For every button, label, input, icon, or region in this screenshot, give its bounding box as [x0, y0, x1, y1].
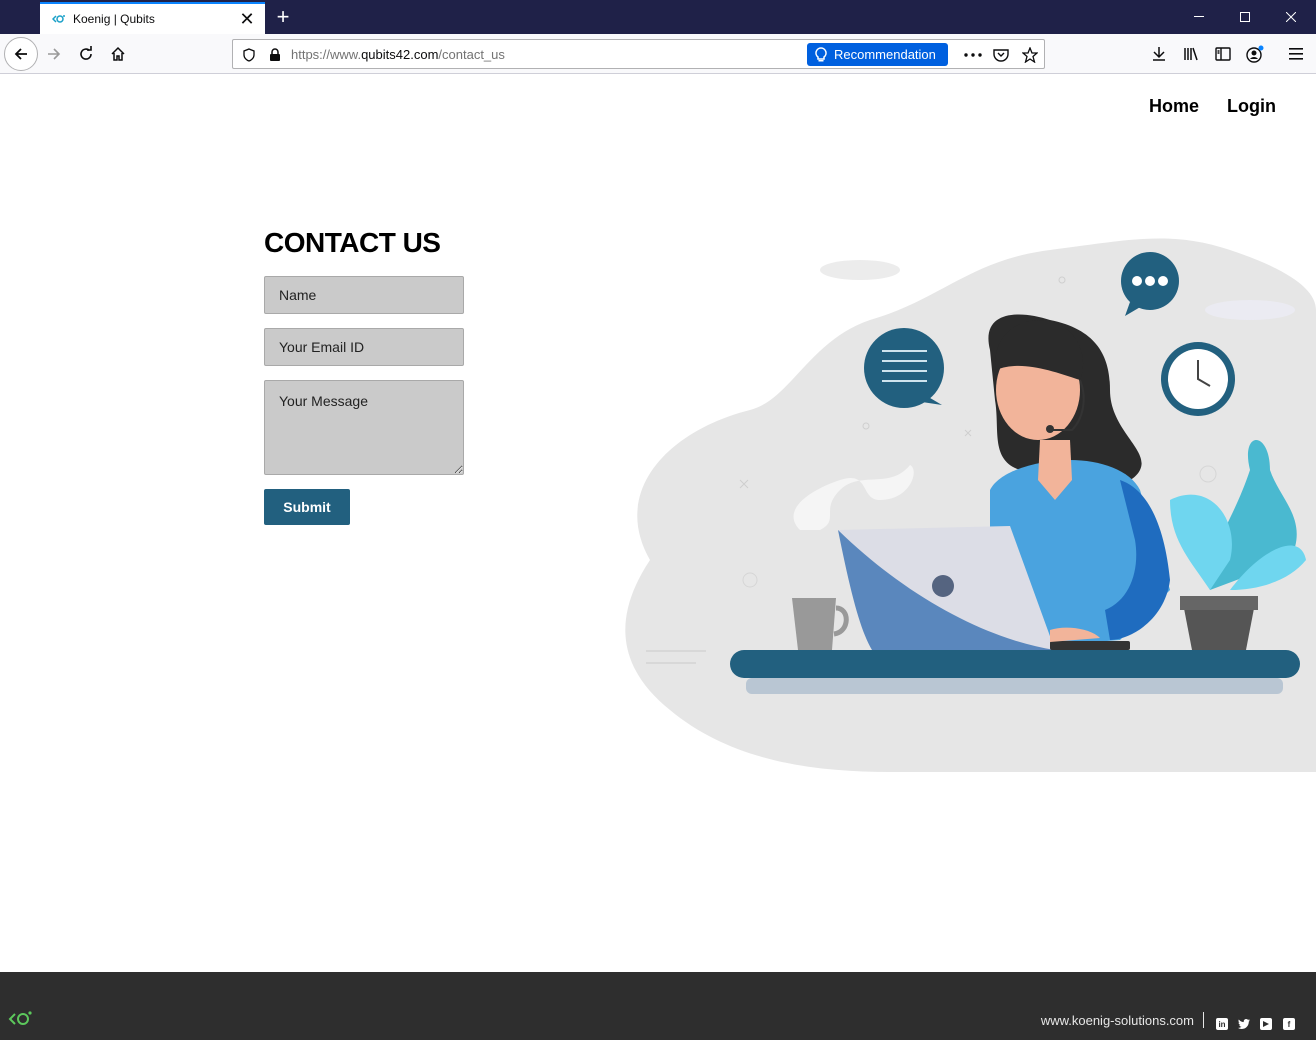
close-window-icon[interactable]: [1268, 0, 1314, 34]
linkedin-icon[interactable]: in: [1216, 1018, 1228, 1030]
footer-divider: [1203, 1012, 1204, 1028]
account-icon[interactable]: [1239, 38, 1271, 70]
back-arrow-icon[interactable]: [4, 37, 38, 71]
pocket-icon[interactable]: [991, 45, 1011, 65]
browser-tab[interactable]: Koenig | Qubits ✕: [40, 2, 265, 34]
home-icon[interactable]: [102, 38, 134, 70]
minimize-window-icon[interactable]: [1176, 0, 1222, 34]
page-title: CONTACT US: [264, 227, 441, 258]
customer-support-illustration: [610, 230, 1316, 775]
forward-arrow-icon[interactable]: [38, 38, 70, 70]
twitter-icon[interactable]: [1238, 1018, 1250, 1030]
url-prefix: https://www.: [291, 47, 362, 62]
reload-icon[interactable]: [70, 38, 102, 70]
lightbulb-icon: [815, 46, 827, 61]
submit-button[interactable]: Submit: [264, 489, 350, 525]
nav-login-link[interactable]: Login: [1227, 96, 1276, 117]
lock-icon[interactable]: [265, 45, 285, 65]
close-tab-icon[interactable]: ✕: [235, 7, 259, 31]
url-bar[interactable]: https://www.qubits42.com/contact_us Reco…: [232, 39, 1045, 69]
shield-icon[interactable]: [239, 45, 259, 65]
email-input[interactable]: [264, 328, 464, 366]
site-nav: Home Login: [1149, 96, 1276, 117]
menu-hamburger-icon[interactable]: [1280, 38, 1312, 70]
more-actions-icon[interactable]: [963, 45, 983, 65]
url-path: /contact_us: [438, 47, 505, 62]
contact-form: CONTACT US Submit: [264, 226, 484, 525]
koenig-favicon-icon: [51, 11, 67, 27]
facebook-icon[interactable]: f: [1283, 1018, 1295, 1030]
nav-home-link[interactable]: Home: [1149, 96, 1199, 117]
bookmark-star-icon[interactable]: [1020, 45, 1040, 65]
site-footer: www.koenig-solutions.com in f: [0, 972, 1316, 1040]
message-textarea[interactable]: [264, 380, 464, 475]
koenig-logo-icon[interactable]: [8, 1010, 34, 1033]
footer-website-link[interactable]: www.koenig-solutions.com: [1041, 1013, 1194, 1028]
sidebar-icon[interactable]: [1207, 38, 1239, 70]
tab-bar: Koenig | Qubits ✕ +: [0, 0, 1316, 34]
name-input[interactable]: [264, 276, 464, 314]
maximize-window-icon[interactable]: [1222, 0, 1268, 34]
youtube-icon[interactable]: [1260, 1018, 1272, 1030]
new-tab-icon[interactable]: +: [270, 4, 296, 30]
download-icon[interactable]: [1143, 38, 1175, 70]
recommendation-button[interactable]: Recommendation: [807, 43, 948, 66]
recommendation-label: Recommendation: [834, 47, 936, 62]
tab-title: Koenig | Qubits: [73, 12, 155, 26]
browser-toolbar: https://www.qubits42.com/contact_us Reco…: [0, 34, 1316, 74]
url-text[interactable]: https://www.qubits42.com/contact_us: [291, 47, 505, 62]
library-icon[interactable]: [1175, 38, 1207, 70]
url-host: qubits42.com: [361, 47, 439, 62]
